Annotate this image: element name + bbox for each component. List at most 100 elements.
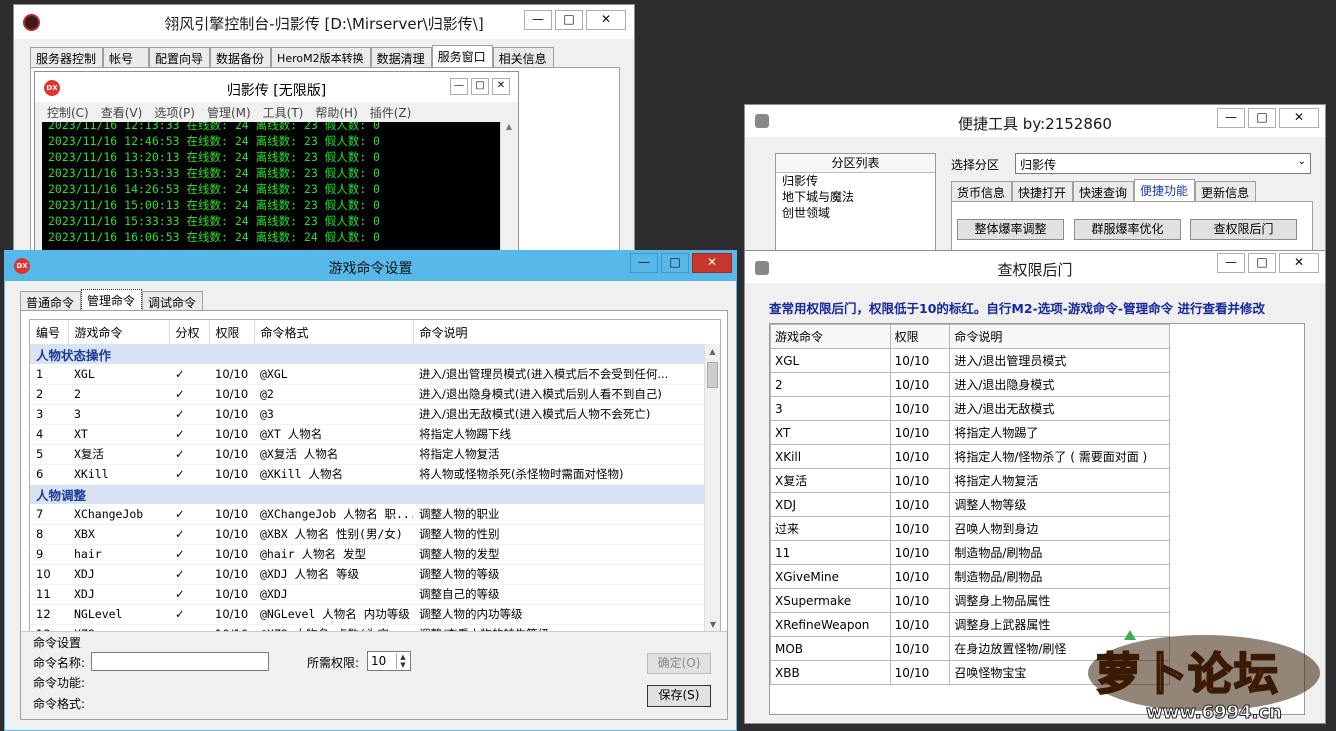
partition-select[interactable]: 归影传 ⌄ bbox=[1015, 153, 1311, 174]
list-item[interactable]: 创世领域 bbox=[776, 205, 935, 221]
cell-perm: 10/10 bbox=[889, 348, 951, 373]
table-row[interactable]: XKill 10/10 将指定人物/怪物杀了 ( 需要面对面 ) bbox=[770, 444, 1170, 469]
tab-related-info[interactable]: 相关信息 bbox=[492, 47, 554, 67]
perm-backdoor-titlebar[interactable]: 查权限后门 — □ ✕ bbox=[745, 251, 1325, 283]
spin-arrows-icon[interactable]: ▲ ▼ bbox=[396, 653, 409, 669]
menu-options[interactable]: 选项(P) bbox=[154, 104, 195, 121]
tab-update-info[interactable]: 更新信息 bbox=[1195, 181, 1257, 201]
tab-debug-commands[interactable]: 调试命令 bbox=[142, 291, 204, 311]
table-row[interactable]: 6 XKill ✓ 10/10 @XKill 人物名 将人物或怪物杀死(杀怪物时需面对怪物… bbox=[30, 464, 706, 485]
check-perm-backdoor-button[interactable]: 查权限后门 bbox=[1190, 219, 1297, 240]
table-row[interactable]: 7 XChangeJob ✓ 10/10 @XChangeJob 人物名 职... 调整人… bbox=[30, 504, 706, 525]
menu-tools[interactable]: 工具(T) bbox=[263, 104, 304, 121]
tab-account[interactable]: 帐号 bbox=[103, 47, 150, 67]
child-close-button[interactable]: ✕ bbox=[492, 78, 510, 95]
table-row[interactable]: 过来 10/10 召唤人物到身边 bbox=[770, 516, 1170, 541]
list-item[interactable]: 地下城与魔法 bbox=[776, 189, 935, 205]
console-scrollbar[interactable]: ▲ bbox=[500, 122, 517, 253]
partition-list[interactable]: 分区列表 归影传 地下城与魔法 创世领域 bbox=[775, 153, 936, 253]
table-row[interactable]: 2 2 ✓ 10/10 @2 进入/退出隐身模式(进入模式后别人看不到自己) bbox=[30, 384, 706, 405]
game-server-titlebar[interactable]: DX 归影传 [无限版] — □ ✕ bbox=[35, 72, 518, 102]
col-header-command[interactable]: 游戏命令 bbox=[68, 320, 170, 344]
table-row[interactable]: 2 10/10 进入/退出隐身模式 bbox=[770, 372, 1170, 397]
grid-col-desc[interactable]: 命令说明 bbox=[949, 324, 1170, 349]
list-scrollbar[interactable]: ▲ ▼ bbox=[704, 344, 720, 632]
scroll-thumb[interactable] bbox=[707, 362, 718, 388]
tab-config-wizard[interactable]: 配置向导 bbox=[149, 47, 211, 67]
tab-server-control[interactable]: 服务器控制 bbox=[30, 47, 104, 67]
tab-currency-info[interactable]: 货币信息 bbox=[951, 181, 1013, 201]
child-maximize-button[interactable]: □ bbox=[471, 78, 489, 95]
quick-tools-titlebar[interactable]: 便捷工具 by:2152860 — □ ✕ bbox=[745, 105, 1325, 137]
close-button[interactable]: ✕ bbox=[586, 10, 626, 30]
tab-quick-functions[interactable]: 便捷功能 bbox=[1134, 179, 1196, 201]
server-log-console[interactable]: 2023/11/16 12:13:33 在线数: 24 离线数: 23 假人数:… bbox=[42, 122, 500, 253]
engine-console-titlebar[interactable]: 翎风引擎控制台-归影传 [D:\Mirserver\归影传\] — □ ✕ bbox=[14, 5, 634, 39]
menu-plugins[interactable]: 插件(Z) bbox=[370, 104, 412, 121]
perm-spinbox[interactable]: 10 ▲ ▼ bbox=[367, 651, 411, 671]
col-header-split[interactable]: 分权 bbox=[169, 320, 210, 344]
col-header-desc[interactable]: 命令说明 bbox=[413, 320, 706, 344]
table-row[interactable]: XGL 10/10 进入/退出管理员模式 bbox=[770, 348, 1170, 373]
cell-desc: 召唤人物到身边 bbox=[949, 516, 1170, 541]
cell-desc: 将指定人物复活 bbox=[413, 444, 706, 465]
minimize-button[interactable]: — bbox=[1217, 108, 1245, 128]
table-row[interactable]: 10 XDJ ✓ 10/10 @XDJ 人物名 等级 调整人物的等级 bbox=[30, 564, 706, 585]
tab-quick-open[interactable]: 快捷打开 bbox=[1012, 181, 1074, 201]
cell-fq: ✓ bbox=[169, 404, 209, 425]
close-button[interactable]: ✕ bbox=[1279, 108, 1319, 128]
tab-normal-commands[interactable]: 普通命令 bbox=[20, 291, 82, 311]
table-row[interactable]: XGiveMine 10/10 制造物品/刷物品 bbox=[770, 564, 1170, 589]
tab-data-backup[interactable]: 数据备份 bbox=[210, 47, 272, 67]
maximize-button[interactable]: □ bbox=[1248, 108, 1276, 128]
child-minimize-button[interactable]: — bbox=[450, 78, 468, 95]
col-header-perm[interactable]: 权限 bbox=[209, 320, 255, 344]
menu-control[interactable]: 控制(C) bbox=[47, 104, 89, 121]
minimize-button[interactable]: — bbox=[1217, 253, 1245, 273]
table-row[interactable]: 11 10/10 制造物品/刷物品 bbox=[770, 540, 1170, 565]
tab-herom2-convert[interactable]: HeroM2版本转换 bbox=[271, 47, 371, 67]
ok-button[interactable]: 确定(O) bbox=[647, 653, 711, 674]
close-button[interactable]: ✕ bbox=[692, 253, 732, 273]
scroll-up-icon[interactable]: ▲ bbox=[705, 344, 720, 360]
minimize-button[interactable]: — bbox=[630, 253, 658, 273]
table-row[interactable]: 12 NGLevel ✓ 10/10 @NGLevel 人物名 内功等级 调整人物的内功等… bbox=[30, 604, 706, 625]
command-name-input[interactable] bbox=[91, 652, 269, 671]
tab-data-cleanup[interactable]: 数据清理 bbox=[370, 47, 432, 67]
table-row[interactable]: 11 XDJ ✓ 10/10 @XDJ 调整自己的等级 bbox=[30, 584, 706, 605]
table-row[interactable]: 4 XT ✓ 10/10 @XT 人物名 将指定人物踢下线 bbox=[30, 424, 706, 445]
section-header[interactable]: 人物调整 bbox=[30, 484, 706, 504]
table-row[interactable]: XDJ 10/10 调整人物等级 bbox=[770, 492, 1170, 517]
tab-quick-query[interactable]: 快速查询 bbox=[1073, 181, 1135, 201]
table-row[interactable]: 5 X复活 ✓ 10/10 @X复活 人物名 将指定人物复活 bbox=[30, 444, 706, 465]
menu-help[interactable]: 帮助(H) bbox=[315, 104, 357, 121]
grid-col-command[interactable]: 游戏命令 bbox=[770, 324, 891, 349]
tab-admin-commands[interactable]: 管理命令 bbox=[81, 289, 143, 311]
minimize-button[interactable]: — bbox=[524, 10, 552, 30]
tab-service-window[interactable]: 服务窗口 bbox=[431, 45, 493, 67]
close-button[interactable]: ✕ bbox=[1279, 253, 1319, 273]
group-droprate-button[interactable]: 群服爆率优化 bbox=[1074, 219, 1181, 240]
maximize-button[interactable]: □ bbox=[555, 10, 583, 30]
game-command-titlebar[interactable]: DX 游戏命令设置 — □ ✕ bbox=[5, 251, 736, 281]
col-header-format[interactable]: 命令格式 bbox=[254, 320, 414, 344]
maximize-button[interactable]: □ bbox=[1248, 253, 1276, 273]
table-row[interactable]: XSupermake 10/10 调整身上物品属性 bbox=[770, 588, 1170, 613]
table-row[interactable]: XT 10/10 将指定人物踢了 bbox=[770, 420, 1170, 445]
table-row[interactable]: 1 XGL ✓ 10/10 @XGL 进入/退出管理员模式(进入模式后不会受到任何... bbox=[30, 364, 706, 385]
maximize-button[interactable]: □ bbox=[661, 253, 689, 273]
section-header[interactable]: 人物状态操作 bbox=[30, 344, 706, 364]
menu-view[interactable]: 查看(V) bbox=[101, 104, 143, 121]
table-row[interactable]: 9 hair ✓ 10/10 @hair 人物名 发型 调整人物的发型 bbox=[30, 544, 706, 565]
list-item[interactable]: 归影传 bbox=[776, 173, 935, 189]
menu-manage[interactable]: 管理(M) bbox=[207, 104, 251, 121]
table-row[interactable]: 3 3 ✓ 10/10 @3 进入/退出无敌模式(进入模式后人物不会死亡) bbox=[30, 404, 706, 425]
overall-droprate-button[interactable]: 整体爆率调整 bbox=[957, 219, 1064, 240]
grid-col-perm[interactable]: 权限 bbox=[889, 324, 951, 349]
scroll-up-icon[interactable]: ▲ bbox=[501, 122, 517, 131]
table-row[interactable]: X复活 10/10 将指定人物复活 bbox=[770, 468, 1170, 493]
col-header-no[interactable]: 编号 bbox=[30, 320, 69, 344]
table-row[interactable]: 3 10/10 进入/退出无敌模式 bbox=[770, 396, 1170, 421]
table-row[interactable]: 8 XBX ✓ 10/10 @XBX 人物名 性别(男/女) 调整人物的性别 bbox=[30, 524, 706, 545]
save-button[interactable]: 保存(S) bbox=[647, 685, 711, 707]
